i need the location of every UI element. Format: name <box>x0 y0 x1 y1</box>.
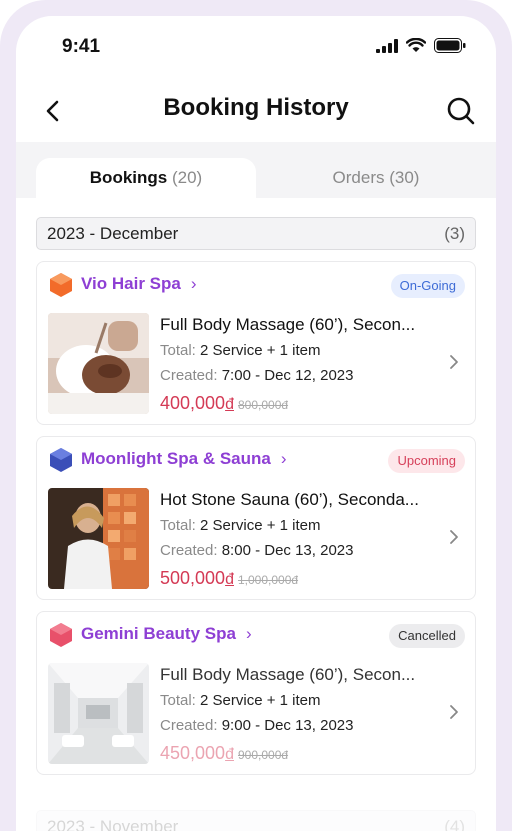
total-line: Total: 2 Service + 1 item <box>160 342 321 359</box>
spa-name-link[interactable]: Moonlight Spa & Sauna › <box>81 449 287 469</box>
status-time: 9:41 <box>62 36 101 57</box>
spa-logo-icon <box>50 448 72 472</box>
header: Booking History <box>16 80 496 142</box>
battery-icon <box>434 38 466 53</box>
created-line: Created: 7:00 - Dec 12, 2023 <box>160 367 353 384</box>
search-icon[interactable] <box>444 94 478 128</box>
service-thumbnail <box>48 488 149 589</box>
price-value: 500,000 <box>160 568 226 588</box>
status-icons <box>376 38 466 53</box>
month-label: 2023 - November <box>47 817 179 831</box>
screen: 9:41 Booking History Bookings (20) Order… <box>16 16 496 831</box>
created-value: 9:00 - Dec 13, 2023 <box>221 717 354 734</box>
month-header-november: 2023 - November (4) <box>36 810 476 831</box>
created-line: Created: 9:00 - Dec 13, 2023 <box>160 717 353 734</box>
booking-card[interactable]: Gemini Beauty Spa › Cancelled Full Body … <box>36 611 476 775</box>
spa-name: Gemini Beauty Spa <box>81 624 236 643</box>
chevron-right-icon: › <box>280 449 287 468</box>
original-price: 1,000,000đ <box>237 573 299 587</box>
price-value: 450,000 <box>160 743 226 763</box>
tab-orders-label: Orders <box>332 168 385 187</box>
tab-bookings-label: Bookings <box>89 168 168 187</box>
status-badge: On-Going <box>390 274 465 298</box>
created-value: 8:00 - Dec 13, 2023 <box>221 542 354 559</box>
wifi-icon <box>406 38 426 52</box>
tab-bookings[interactable]: Bookings (20) <box>36 158 256 198</box>
total-label: Total: <box>160 342 196 359</box>
spa-name-link[interactable]: Vio Hair Spa › <box>81 274 197 294</box>
currency-symbol: đ <box>225 396 234 413</box>
tab-bar: Bookings (20) Orders (30) <box>36 158 496 198</box>
price: 450,000đ 900,000đ <box>160 743 288 764</box>
total-label: Total: <box>160 692 196 709</box>
created-label: Created: <box>160 367 218 384</box>
service-thumbnail <box>48 663 149 764</box>
booking-card[interactable]: Moonlight Spa & Sauna › Upcoming Hot Sto… <box>36 436 476 600</box>
created-value: 7:00 - Dec 12, 2023 <box>221 367 354 384</box>
month-count: (4) <box>444 817 465 831</box>
chevron-right-icon <box>450 705 458 719</box>
month-count: (3) <box>444 224 465 243</box>
created-label: Created: <box>160 717 218 734</box>
month-header-december: 2023 - December (3) <box>36 217 476 250</box>
chevron-right-icon: › <box>190 274 197 293</box>
booking-list: 2023 - December (3) Vio Hair Spa › On-Goi… <box>16 198 496 831</box>
booking-card[interactable]: Vio Hair Spa › On-Going Full Body Massage <box>36 261 476 425</box>
created-label: Created: <box>160 542 218 559</box>
status-badge: Upcoming <box>388 449 465 473</box>
currency-symbol: đ <box>225 571 234 588</box>
total-label: Total: <box>160 517 196 534</box>
spa-name: Vio Hair Spa <box>81 274 181 293</box>
total-line: Total: 2 Service + 1 item <box>160 692 321 709</box>
status-bar: 9:41 <box>16 16 496 80</box>
tab-bookings-count: (20) <box>171 168 203 187</box>
price: 500,000đ 1,000,000đ <box>160 568 298 589</box>
month-label: 2023 - December <box>47 224 179 243</box>
price-value: 400,000 <box>160 393 226 413</box>
price: 400,000đ 800,000đ <box>160 393 288 414</box>
service-title: Full Body Massage (60’), Secon... <box>160 665 416 684</box>
tab-orders-count: (30) <box>389 168 420 187</box>
service-title: Full Body Massage (60’), Secon... <box>160 315 416 334</box>
total-value: 2 Service + 1 item <box>200 342 321 359</box>
status-badge: Cancelled <box>389 624 465 648</box>
currency-symbol: đ <box>225 746 234 763</box>
signal-icon <box>376 38 398 53</box>
chevron-right-icon <box>450 355 458 369</box>
original-price: 900,000đ <box>237 748 289 762</box>
total-value: 2 Service + 1 item <box>200 517 321 534</box>
spa-logo-icon <box>50 273 72 297</box>
service-thumbnail <box>48 313 149 414</box>
spa-logo-icon <box>50 623 72 647</box>
chevron-right-icon <box>450 530 458 544</box>
service-title: Hot Stone Sauna (60’), Seconda... <box>160 490 419 509</box>
created-line: Created: 8:00 - Dec 13, 2023 <box>160 542 353 559</box>
total-line: Total: 2 Service + 1 item <box>160 517 321 534</box>
spa-name-link[interactable]: Gemini Beauty Spa › <box>81 624 252 644</box>
page-title: Booking History <box>163 94 349 121</box>
total-value: 2 Service + 1 item <box>200 692 321 709</box>
phone-frame: 9:41 Booking History Bookings (20) Order… <box>0 0 512 831</box>
chevron-right-icon: › <box>245 624 252 643</box>
spa-name: Moonlight Spa & Sauna <box>81 449 271 468</box>
original-price: 800,000đ <box>237 398 289 412</box>
tab-orders[interactable]: Orders (30) <box>256 158 496 198</box>
